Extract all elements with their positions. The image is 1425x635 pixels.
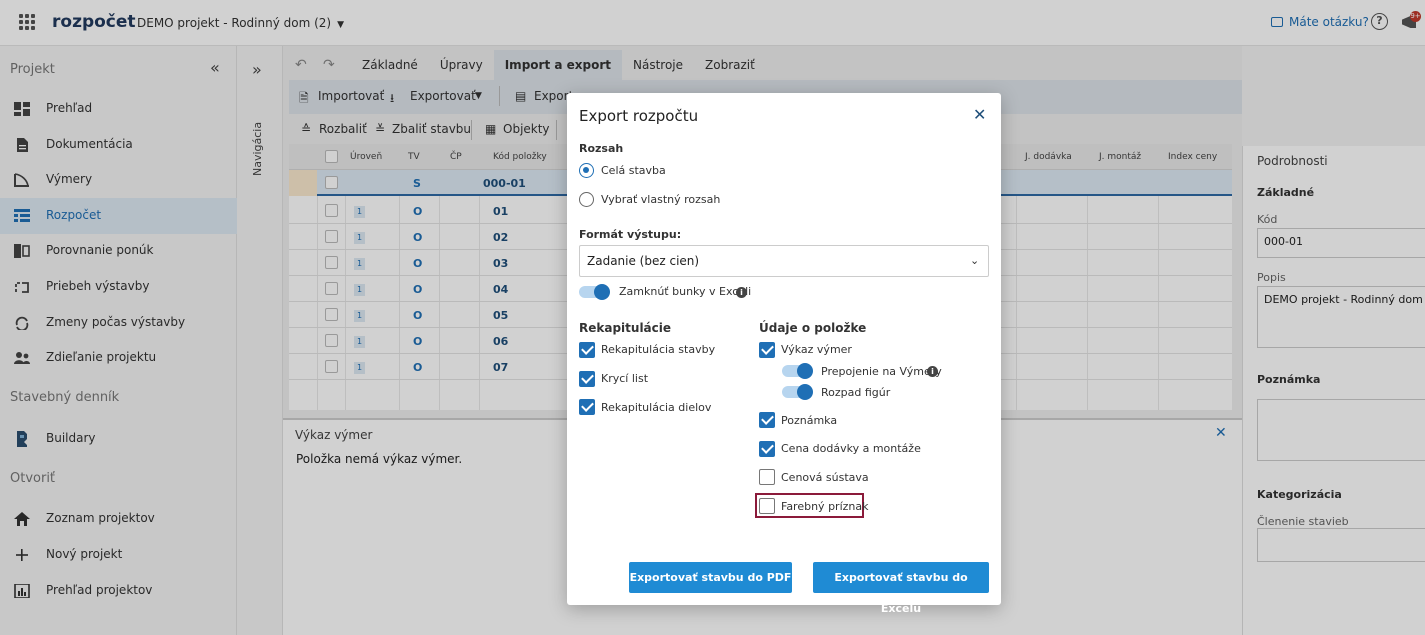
- vykaz-checkbox[interactable]: [759, 342, 775, 358]
- dialog-title: Export rozpočtu: [579, 107, 699, 125]
- format-select[interactable]: Zadanie (bez cien) ⌄: [579, 245, 989, 277]
- lock-cells-label: Zamknúť bunky v Exceli: [619, 285, 752, 298]
- recap-stavby-label[interactable]: Rekapitulácia stavby: [601, 343, 715, 356]
- rozpad-figur-toggle[interactable]: [782, 384, 813, 400]
- recap-stavby-checkbox[interactable]: [579, 342, 595, 358]
- color-flag-label[interactable]: Farebný príznak: [781, 500, 868, 513]
- note-checkbox[interactable]: [759, 412, 775, 428]
- recap-dielov-label[interactable]: Rekapitulácia dielov: [601, 401, 711, 414]
- info-icon[interactable]: i: [736, 287, 747, 298]
- range-whole-radio[interactable]: [579, 163, 594, 178]
- vykaz-label[interactable]: Výkaz výmer: [781, 343, 852, 356]
- range-custom-label[interactable]: Vybrať vlastný rozsah: [601, 193, 720, 206]
- chevron-down-icon: ⌄: [970, 254, 980, 267]
- export-dialog: Export rozpočtu ✕ Rozsah Celá stavba Vyb…: [567, 93, 1001, 615]
- kryci-list-checkbox[interactable]: [579, 371, 595, 387]
- lock-cells-toggle[interactable]: [579, 284, 610, 300]
- range-whole-label[interactable]: Celá stavba: [601, 164, 666, 177]
- price-label[interactable]: Cena dodávky a montáže: [781, 442, 921, 455]
- format-heading: Formát výstupu:: [579, 228, 682, 241]
- range-custom-radio[interactable]: [579, 192, 594, 207]
- item-data-heading: Údaje o položke: [759, 321, 867, 335]
- recap-dielov-checkbox[interactable]: [579, 399, 595, 415]
- recap-heading: Rekapitulácie: [579, 321, 672, 335]
- price-checkbox[interactable]: [759, 441, 775, 457]
- price-system-label[interactable]: Cenová sústava: [781, 471, 869, 484]
- close-icon[interactable]: ✕: [973, 105, 986, 124]
- export-pdf-button[interactable]: Exportovať stavbu do PDF: [629, 562, 792, 593]
- export-excel-button[interactable]: Exportovať stavbu do Excelu: [813, 562, 989, 615]
- link-vymery-toggle[interactable]: [782, 363, 813, 379]
- price-system-checkbox[interactable]: [759, 469, 775, 485]
- link-vymery-label: Prepojenie na Výmery: [821, 365, 942, 378]
- range-heading: Rozsah: [579, 142, 624, 155]
- format-selected-value: Zadanie (bez cien): [587, 254, 700, 268]
- kryci-list-label[interactable]: Krycí list: [601, 372, 648, 385]
- rozpad-figur-label: Rozpad figúr: [821, 386, 891, 399]
- note-label[interactable]: Poznámka: [781, 414, 837, 427]
- color-flag-checkbox[interactable]: [759, 498, 775, 514]
- info-icon[interactable]: i: [927, 366, 938, 377]
